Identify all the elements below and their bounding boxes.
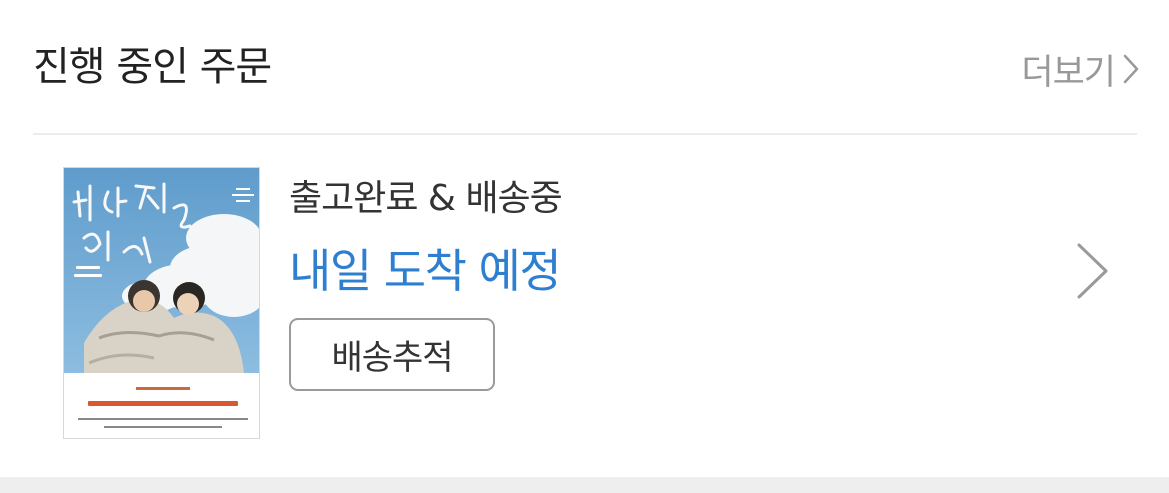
ongoing-orders-panel: 진행 중인 주문 더보기 출고완료 & 배송중 내일 도착 예정 배송추적: [0, 0, 1169, 477]
order-status: 출고완료 & 배송중: [289, 178, 563, 219]
chevron-right-icon[interactable]: [1075, 241, 1111, 301]
chevron-right-icon: [1123, 54, 1139, 84]
section-separator: [0, 477, 1169, 493]
more-label: 더보기: [1021, 52, 1116, 93]
book-cover-image[interactable]: [63, 167, 260, 439]
order-item[interactable]: 출고완료 & 배송중 내일 도착 예정 배송추적: [33, 150, 1137, 460]
divider: [33, 133, 1137, 135]
arrival-estimate: 내일 도착 예정: [289, 244, 562, 298]
track-delivery-button[interactable]: 배송추적: [289, 318, 495, 391]
section-title: 진행 중인 주문: [33, 44, 272, 90]
more-link[interactable]: 더보기: [1021, 44, 1139, 94]
